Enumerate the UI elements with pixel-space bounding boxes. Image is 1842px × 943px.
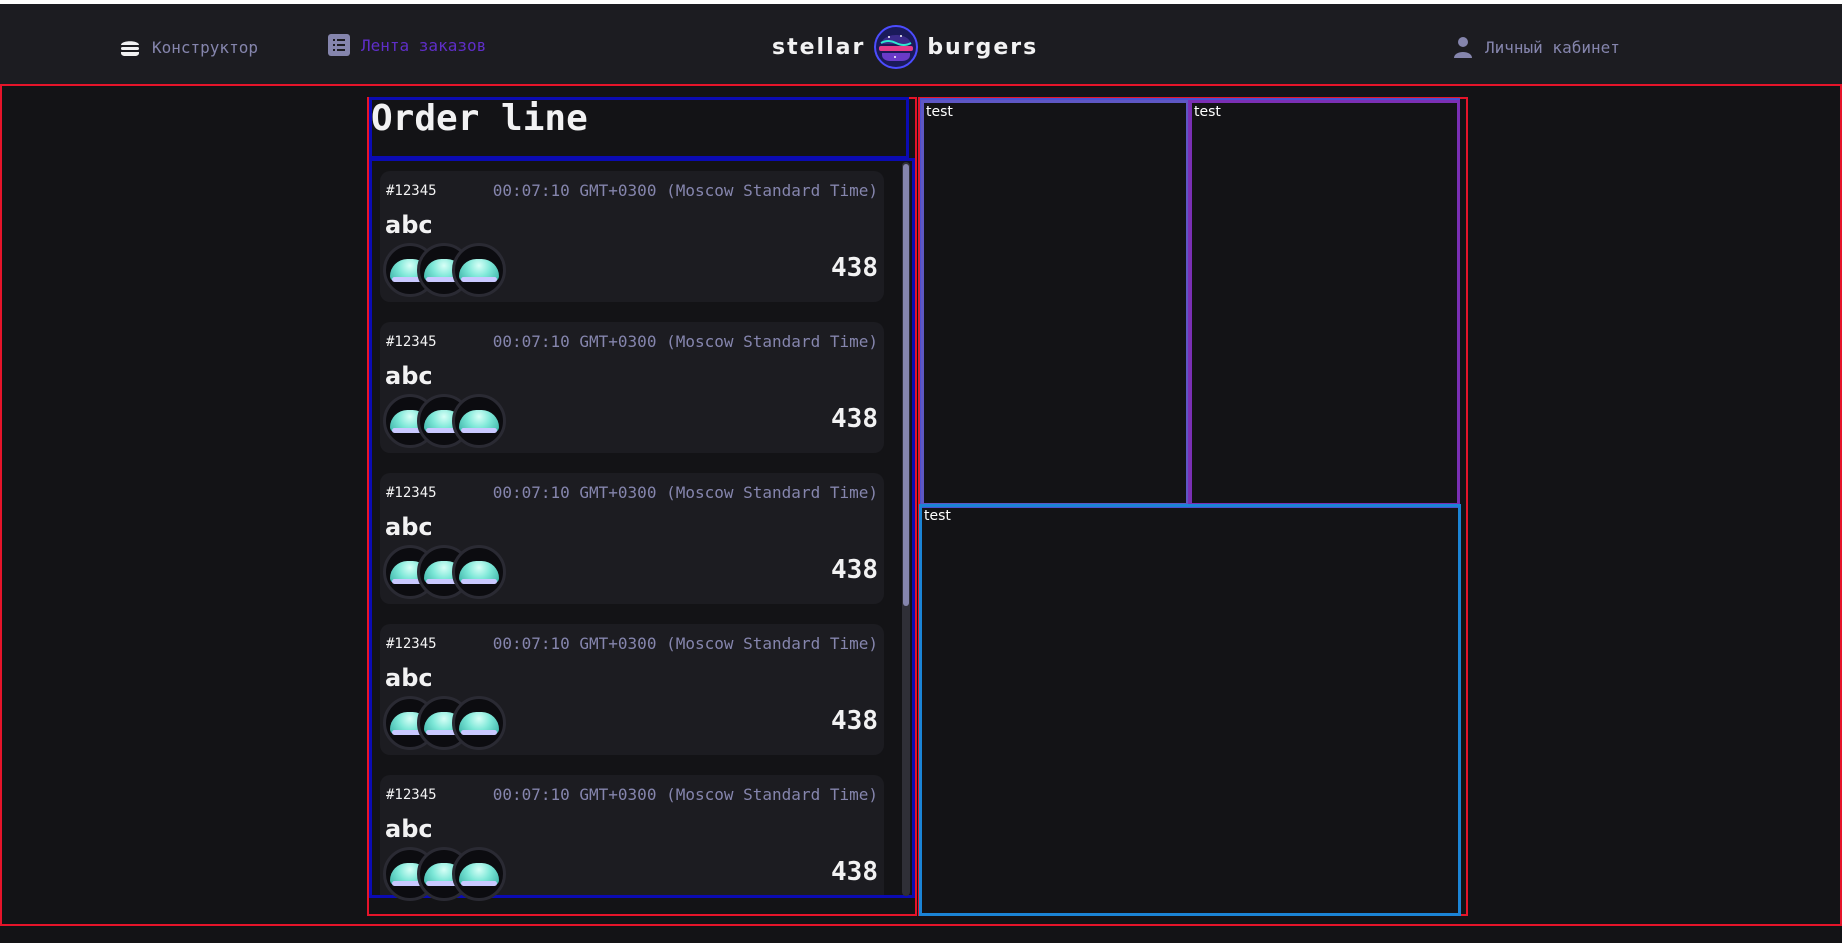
order-date: 00:07:10 GMT+0300 (Moscow Standard Time) <box>492 332 878 351</box>
order-ingredients <box>383 696 523 752</box>
order-card[interactable]: #12345 00:07:10 GMT+0300 (Moscow Standar… <box>380 624 884 755</box>
order-ingredients <box>383 545 523 601</box>
order-number: #12345 <box>386 636 437 652</box>
ingredient-icon <box>452 696 506 750</box>
order-name: abc <box>385 513 433 541</box>
stellar-burgers-logo[interactable]: stellar burgers <box>772 24 1064 70</box>
orders-scrollbar-thumb[interactable] <box>903 164 909 606</box>
order-name: abc <box>385 664 433 692</box>
nav-profile-label: Личный кабинет <box>1485 37 1620 57</box>
info-panel-b: test <box>1188 100 1460 506</box>
ingredient-icon <box>452 394 506 448</box>
order-price: 438 <box>831 706 878 736</box>
burger-icon <box>118 35 142 59</box>
nav-feed-link[interactable]: Лента заказов <box>327 28 486 62</box>
order-number: #12345 <box>386 485 437 501</box>
logo-text-right: burgers <box>927 34 1039 60</box>
ingredient-icon <box>452 847 506 901</box>
order-ingredients <box>383 847 523 903</box>
order-date: 00:07:10 GMT+0300 (Moscow Standard Time) <box>492 181 878 200</box>
order-date: 00:07:10 GMT+0300 (Moscow Standard Time) <box>492 483 878 502</box>
order-card[interactable]: #12345 00:07:10 GMT+0300 (Moscow Standar… <box>380 775 884 901</box>
logo-badge-icon <box>873 24 919 70</box>
order-price: 438 <box>831 555 878 585</box>
logo-text-left: stellar <box>772 34 866 60</box>
nav-feed-label: Лента заказов <box>361 35 487 55</box>
nav-constructor-label: Конструктор <box>152 37 258 57</box>
order-date: 00:07:10 GMT+0300 (Moscow Standard Time) <box>492 634 878 653</box>
order-card[interactable]: #12345 00:07:10 GMT+0300 (Moscow Standar… <box>380 322 884 453</box>
order-name: abc <box>385 362 433 390</box>
order-number: #12345 <box>386 183 437 199</box>
order-price: 438 <box>831 253 878 283</box>
info-panel-a: test <box>921 100 1189 506</box>
page-title: Order line <box>371 98 588 139</box>
ingredient-icon <box>452 243 506 297</box>
order-name: abc <box>385 815 433 843</box>
order-card[interactable]: #12345 00:07:10 GMT+0300 (Moscow Standar… <box>380 171 884 302</box>
nav-profile-link[interactable]: Личный кабинет <box>1451 30 1620 64</box>
list-icon <box>327 33 351 57</box>
order-name: abc <box>385 211 433 239</box>
info-panel-c: test <box>919 504 1461 916</box>
app-header: Конструктор Лента заказов stellar burger… <box>0 4 1842 84</box>
order-ingredients <box>383 394 523 450</box>
ingredient-icon <box>452 545 506 599</box>
order-price: 438 <box>831 404 878 434</box>
user-icon <box>1451 35 1475 59</box>
order-ingredients <box>383 243 523 299</box>
order-price: 438 <box>831 857 878 887</box>
order-number: #12345 <box>386 787 437 803</box>
order-number: #12345 <box>386 334 437 350</box>
order-card[interactable]: #12345 00:07:10 GMT+0300 (Moscow Standar… <box>380 473 884 604</box>
order-date: 00:07:10 GMT+0300 (Moscow Standard Time) <box>492 785 878 804</box>
nav-constructor-link[interactable]: Конструктор <box>118 30 258 64</box>
